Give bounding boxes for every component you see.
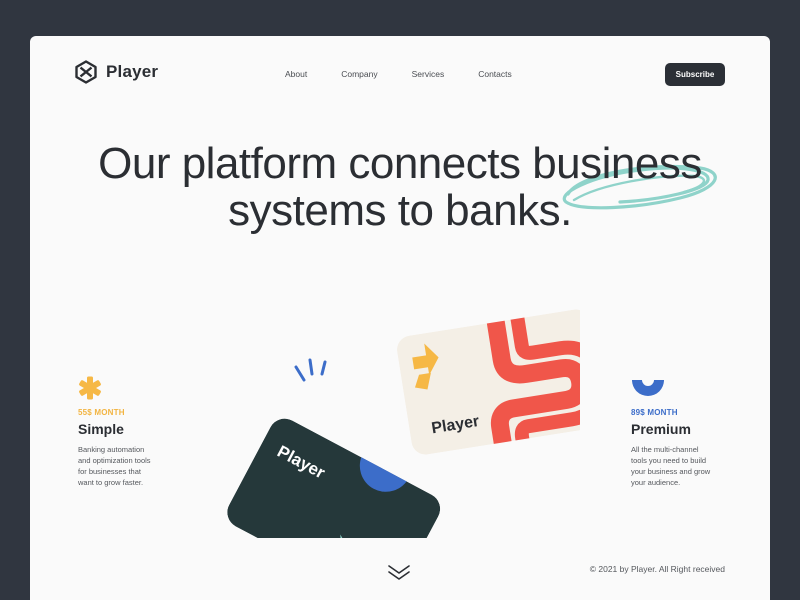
plan-premium-desc-line: your audience. xyxy=(631,478,681,487)
plan-simple[interactable]: 55$ MONTH Simple Banking automation and … xyxy=(78,376,188,488)
plan-simple-desc-line: for businesses that xyxy=(78,467,141,476)
nav-contacts[interactable]: Contacts xyxy=(478,69,512,79)
half-circle-icon xyxy=(632,380,664,396)
page-frame: Player About Company Services Contacts S… xyxy=(30,36,770,600)
nav-about[interactable]: About xyxy=(285,69,307,79)
plan-premium-desc-line: your business and grow xyxy=(631,467,711,476)
plan-premium-name: Premium xyxy=(631,421,691,437)
main-nav: About Company Services Contacts xyxy=(285,69,512,79)
plan-simple-desc-line: Banking automation xyxy=(78,445,145,454)
cards-illustration: Player Player xyxy=(227,309,580,538)
brand-logo[interactable]: Player xyxy=(74,60,158,84)
plan-simple-name: Simple xyxy=(78,421,124,437)
hero-line-1: Our platform connects business xyxy=(98,139,702,188)
brand-name: Player xyxy=(106,62,159,81)
copyright-text: © 2021 by Player. All Right received xyxy=(589,564,725,574)
plan-simple-description: Banking automation and optimization tool… xyxy=(78,444,188,488)
nav-company[interactable]: Company xyxy=(341,69,377,79)
player-logo-icon xyxy=(75,60,97,84)
plan-simple-desc-line: and optimization tools xyxy=(78,456,151,465)
plan-premium[interactable]: 89$ MONTH Premium All the multi-channel … xyxy=(631,376,741,488)
asterisk-icon xyxy=(79,376,101,400)
hero-headline: Our platform connects business systems t… xyxy=(30,140,770,234)
light-card: Player xyxy=(397,309,580,455)
plan-premium-desc-line: tools you need to build xyxy=(631,456,707,465)
hero-line-2: systems to banks. xyxy=(228,186,572,235)
subscribe-button[interactable]: Subscribe xyxy=(665,63,725,86)
plan-premium-description: All the multi-channel tools you need to … xyxy=(631,444,741,488)
plan-simple-price: 55$ MONTH xyxy=(78,408,125,417)
chevron-down-icon[interactable] xyxy=(387,564,411,580)
spark-lines xyxy=(294,358,327,382)
plan-premium-price: 89$ MONTH xyxy=(631,408,678,417)
nav-services[interactable]: Services xyxy=(412,69,445,79)
plan-premium-desc-line: All the multi-channel xyxy=(631,445,699,454)
plan-simple-desc-line: want to grow faster. xyxy=(78,478,144,487)
